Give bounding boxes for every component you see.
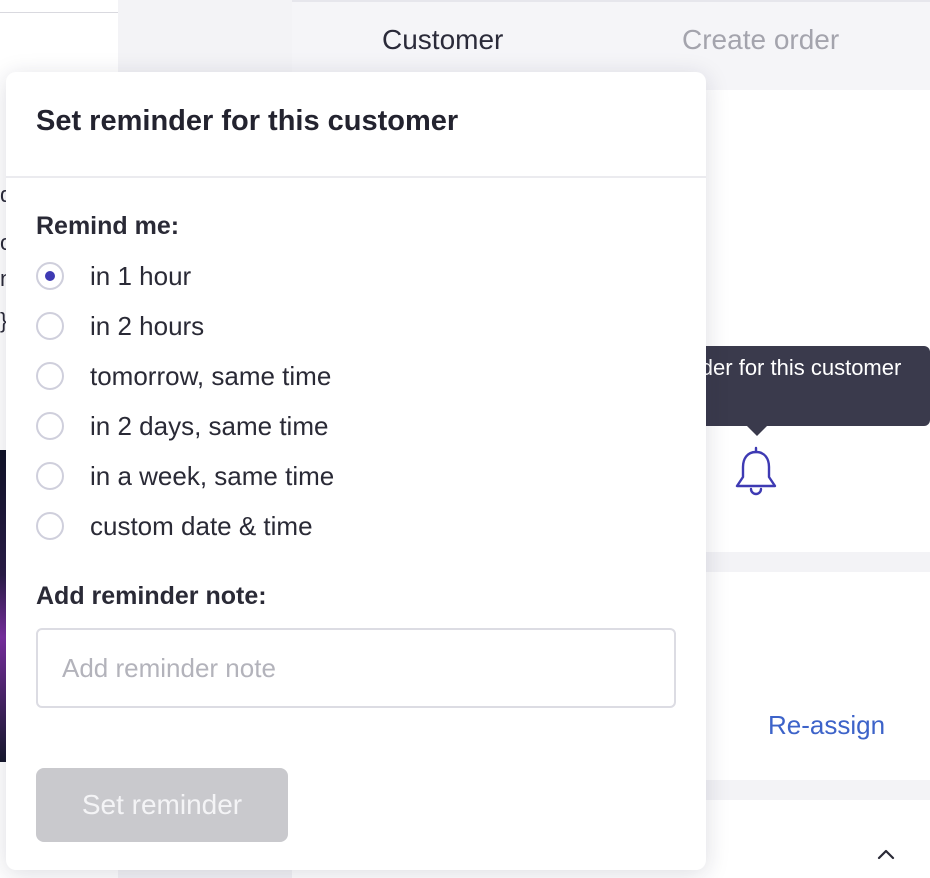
popover-divider: [6, 176, 706, 178]
popover-arrow: [704, 452, 724, 492]
radio-button[interactable]: [36, 262, 64, 290]
radio-option-2-hours[interactable]: in 2 hours: [36, 308, 204, 344]
radio-button[interactable]: [36, 462, 64, 490]
left-panel-divider: [0, 12, 118, 13]
bell-icon[interactable]: [732, 446, 780, 498]
remind-me-label: Remind me:: [36, 212, 180, 240]
radio-button[interactable]: [36, 412, 64, 440]
tab-create-order[interactable]: Create order: [682, 24, 839, 56]
tab-customer[interactable]: Customer: [382, 24, 503, 56]
radio-option-tomorrow[interactable]: tomorrow, same time: [36, 358, 331, 394]
reminder-note-label: Add reminder note:: [36, 582, 267, 610]
radio-button[interactable]: [36, 362, 64, 390]
radio-option-2-days[interactable]: in 2 days, same time: [36, 408, 328, 444]
radio-button[interactable]: [36, 312, 64, 340]
radio-label: in 1 hour: [90, 260, 192, 291]
reminder-note-input[interactable]: [36, 628, 676, 708]
tooltip-arrow: [747, 426, 767, 436]
popover-title: Set reminder for this customer: [36, 105, 459, 137]
radio-label: in 2 days, same time: [90, 410, 329, 441]
set-reminder-button[interactable]: Set reminder: [36, 768, 288, 842]
radio-label: in 2 hours: [90, 310, 205, 341]
radio-label: tomorrow, same time: [90, 360, 332, 391]
reassign-link[interactable]: Re-assign: [768, 710, 885, 741]
radio-option-custom[interactable]: custom date & time: [36, 508, 313, 544]
radio-label: in a week, same time: [90, 460, 335, 491]
radio-button[interactable]: [36, 512, 64, 540]
reminder-popover: Set reminder for this customer Remind me…: [6, 72, 706, 870]
radio-option-1-hour[interactable]: in 1 hour: [36, 258, 191, 294]
radio-option-week[interactable]: in a week, same time: [36, 458, 334, 494]
radio-label: custom date & time: [90, 510, 313, 541]
chevron-up-icon[interactable]: [876, 844, 896, 864]
